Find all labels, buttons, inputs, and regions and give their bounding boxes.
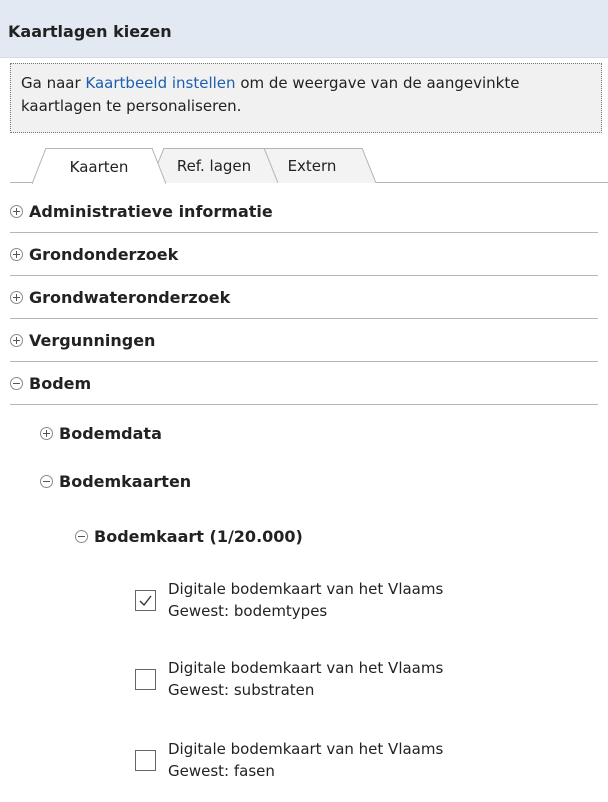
tree-item-grondonderzoek[interactable]: Grondonderzoek [10,233,598,276]
collapse-icon[interactable] [10,376,23,390]
tab-label: Ref. lagen [176,157,252,175]
tree-item-bodem[interactable]: Bodem [10,362,598,405]
layer-label-line: Digitale bodemkaart van het Vlaams [168,580,444,598]
expand-icon[interactable] [10,204,23,218]
collapse-icon[interactable] [40,474,53,488]
tab-kaarten[interactable]: Kaarten [32,148,166,184]
info-text-prefix: Ga naar [21,74,86,92]
layer-label-line: Digitale bodemkaart van het Vlaams [168,740,444,758]
layer-label: Digitale bodemkaart van het Vlaams Gewes… [168,578,443,622]
layer-label: Digitale bodemkaart van het Vlaams Gewes… [168,738,443,782]
tree-item-label: Administratieve informatie [29,201,273,221]
layer-checkbox[interactable] [135,750,156,771]
tree-item-bodemdata[interactable]: Bodemdata [40,409,440,457]
layer-label-line: Gewest: bodemtypes [168,602,328,620]
tree-item-label: Grondonderzoek [29,244,179,264]
tab-ref-lagen[interactable]: Ref. lagen [150,148,278,183]
layer-checkbox[interactable] [135,590,156,611]
tree-item-bodemkaarten[interactable]: Bodemkaarten [40,457,440,505]
tab-label: Kaarten [69,157,129,176]
tab-edge-icon [32,148,46,184]
collapse-icon[interactable] [75,529,88,543]
tree-item-label: Bodemdata [59,423,162,443]
tree-item-label: Bodemkaart (1/20.000) [94,526,303,546]
tab-edge-icon [362,148,376,183]
tab-bar: Extern Ref. lagen Kaarten [0,138,608,184]
tree-item-label: Bodemkaarten [59,471,192,491]
layer-item-fasen[interactable]: Digitale bodemkaart van het Vlaams Gewes… [135,738,595,782]
layer-checkbox[interactable] [135,669,156,690]
layer-label-line: Digitale bodemkaart van het Vlaams [168,659,444,677]
checkmark-icon [139,595,152,607]
layer-label-line: Gewest: substraten [168,681,315,699]
layer-item-substraten[interactable]: Digitale bodemkaart van het Vlaams Gewes… [135,657,595,701]
tree-item-label: Grondwateronderzoek [29,287,231,307]
expand-icon[interactable] [10,333,23,347]
panel-title: Kaartlagen kiezen [8,22,172,41]
expand-icon[interactable] [10,247,23,261]
info-box: Ga naar Kaartbeeld instellen om de weerg… [10,63,602,133]
tab-edge-icon [264,148,278,183]
tree-item-administratieve-informatie[interactable]: Administratieve informatie [10,190,598,233]
tab-edge-icon [152,148,166,184]
layer-item-bodemtypes[interactable]: Digitale bodemkaart van het Vlaams Gewes… [135,578,595,622]
tree-item-label: Bodem [29,373,92,393]
layer-label-line: Gewest: fasen [168,762,275,780]
tree-item-vergunningen[interactable]: Vergunningen [10,319,598,362]
expand-icon[interactable] [10,290,23,304]
tree-item-grondwateronderzoek[interactable]: Grondwateronderzoek [10,276,598,319]
tab-label: Extern [287,157,337,175]
layer-label: Digitale bodemkaart van het Vlaams Gewes… [168,657,443,701]
expand-icon[interactable] [40,426,53,440]
kaartbeeld-instellen-link[interactable]: Kaartbeeld instellen [85,74,235,92]
tree-item-bodemkaart-20000[interactable]: Bodemkaart (1/20.000) [75,512,475,560]
panel-header: Kaartlagen kiezen [0,0,608,58]
tree-item-label: Vergunningen [29,330,156,350]
